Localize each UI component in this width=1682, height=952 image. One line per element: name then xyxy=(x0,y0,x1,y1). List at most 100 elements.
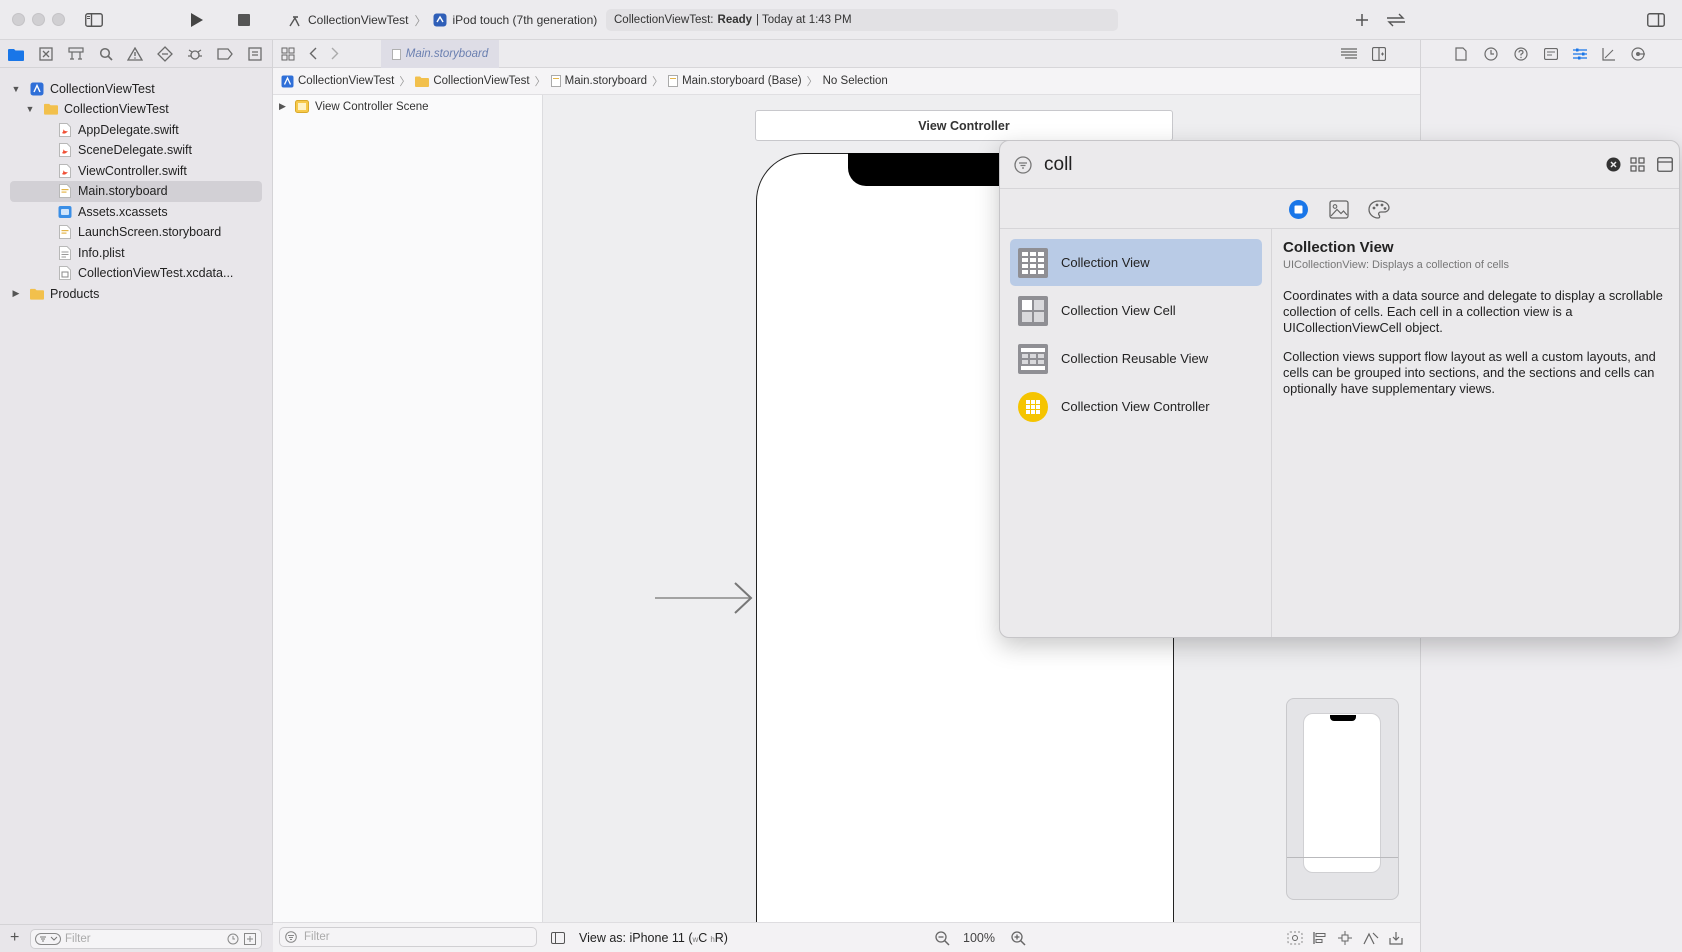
file-tree-row[interactable]: Info.plist xyxy=(10,242,262,263)
preview-phone xyxy=(1303,713,1381,873)
find-navigator-icon[interactable] xyxy=(98,46,114,62)
zoom-out-icon[interactable] xyxy=(935,931,950,946)
run-button[interactable] xyxy=(187,10,207,30)
file-tree-row[interactable]: ▼ CollectionViewTest xyxy=(10,99,262,120)
code-review-icon[interactable] xyxy=(1386,10,1406,30)
filter-options-icon[interactable] xyxy=(35,933,61,945)
editor-tab-bar: Main.storyboard xyxy=(273,40,1420,68)
add-file-icon[interactable]: + xyxy=(10,930,19,946)
library-item[interactable]: Collection View Controller xyxy=(1010,383,1262,430)
media-library-icon[interactable] xyxy=(1329,200,1349,219)
detail-description: Collection views support flow layout as … xyxy=(1283,349,1656,396)
resolve-auto-layout-icon[interactable] xyxy=(1363,931,1379,945)
navigator-filter-field[interactable]: Filter xyxy=(30,929,262,949)
file-tree-row[interactable]: Assets.xcassets xyxy=(10,201,262,222)
file-tree-row[interactable]: ▶ Products xyxy=(10,283,262,304)
scene-icon xyxy=(295,100,309,113)
split-editor-icon[interactable] xyxy=(1372,47,1386,61)
inspector-toggle-icon[interactable] xyxy=(1646,10,1666,30)
outline-toggle-icon[interactable] xyxy=(551,932,565,944)
stop-button[interactable] xyxy=(234,10,254,30)
file-tree-row[interactable]: AppDelegate.swift xyxy=(10,119,262,140)
breadcrumb-group[interactable]: CollectionViewTest xyxy=(415,75,530,87)
detail-view-icon[interactable] xyxy=(1657,157,1673,172)
library-search-input[interactable] xyxy=(1044,151,1584,179)
color-library-icon[interactable] xyxy=(1368,200,1390,219)
toolbar: CollectionViewTest 〉 iPod touch (7th gen… xyxy=(0,0,1682,40)
sidebar-toggle-icon[interactable] xyxy=(84,10,104,30)
swift-file-icon xyxy=(58,143,72,158)
recent-files-icon[interactable] xyxy=(227,933,239,945)
update-frames-icon[interactable] xyxy=(1287,931,1303,945)
file-tree-row[interactable]: SceneDelegate.swift xyxy=(10,140,262,161)
file-tree-row[interactable]: CollectionViewTest.xcdata... xyxy=(10,263,262,284)
zoom-window-button[interactable] xyxy=(52,13,65,26)
close-window-button[interactable] xyxy=(12,13,25,26)
storyboard-file-icon xyxy=(550,75,561,87)
filter-icon xyxy=(285,931,297,943)
library-item[interactable]: Collection View xyxy=(1010,239,1262,286)
scheme-separator-icon: 〉 xyxy=(414,13,427,28)
view-as-button[interactable]: View as: iPhone 11 (wC hR) xyxy=(579,931,728,945)
debug-navigator-icon[interactable] xyxy=(187,46,203,62)
test-navigator-icon[interactable] xyxy=(157,46,173,62)
library-item[interactable]: Collection Reusable View xyxy=(1010,335,1262,382)
disclosure-open-icon[interactable]: ▼ xyxy=(24,104,36,114)
library-results-list: Collection View Collection View Cell Colle… xyxy=(1000,229,1272,637)
source-control-filter-icon[interactable] xyxy=(244,933,256,945)
attributes-inspector-icon[interactable] xyxy=(1572,46,1588,62)
file-tree-row[interactable]: LaunchScreen.storyboard xyxy=(10,222,262,243)
grid-view-icon[interactable] xyxy=(1630,157,1645,172)
minimize-window-button[interactable] xyxy=(32,13,45,26)
device-label[interactable]: iPod touch (7th generation) xyxy=(453,13,598,27)
storyboard-file-icon xyxy=(668,75,679,87)
breadcrumb-file[interactable]: Main.storyboard xyxy=(550,75,647,87)
add-library-icon[interactable] xyxy=(1352,10,1372,30)
outline-item-view-controller-scene[interactable]: ▶ View Controller Scene xyxy=(279,100,429,113)
folder-icon[interactable] xyxy=(8,46,24,62)
breadcrumb-localization[interactable]: Main.storyboard (Base) xyxy=(668,75,802,87)
breadcrumb-project[interactable]: CollectionViewTest xyxy=(281,75,394,88)
file-tree-label: Main.storyboard xyxy=(78,184,168,198)
disclosure-open-icon[interactable]: ▼ xyxy=(10,84,22,94)
symbol-navigator-icon[interactable] xyxy=(68,46,84,62)
quick-help-icon[interactable] xyxy=(1513,46,1529,62)
device-preview-thumbnail[interactable] xyxy=(1286,698,1399,900)
disclosure-closed-icon[interactable]: ▶ xyxy=(10,288,22,299)
file-tree-row[interactable]: Main.storyboard xyxy=(10,180,262,202)
forward-icon[interactable] xyxy=(331,47,339,60)
back-icon[interactable] xyxy=(309,47,317,60)
report-navigator-icon[interactable] xyxy=(247,46,263,62)
zoom-in-icon[interactable] xyxy=(1011,931,1026,946)
editor-options-icon[interactable] xyxy=(1340,47,1358,61)
entry-point-arrow-icon[interactable] xyxy=(655,581,755,615)
identity-inspector-icon[interactable] xyxy=(1543,46,1559,62)
embed-in-icon[interactable] xyxy=(1389,931,1403,945)
scheme-selector[interactable]: CollectionViewTest 〉 iPod touch (7th gen… xyxy=(288,12,597,28)
breadcrumb-selection[interactable]: No Selection xyxy=(823,75,888,87)
tab-main-storyboard[interactable]: Main.storyboard xyxy=(381,40,499,68)
connections-inspector-icon[interactable] xyxy=(1630,46,1646,62)
library-item[interactable]: Collection View Cell xyxy=(1010,287,1262,334)
clear-search-icon[interactable] xyxy=(1606,157,1621,172)
breadcrumb-separator-icon: 〉 xyxy=(652,76,664,88)
scheme-project-label[interactable]: CollectionViewTest xyxy=(308,13,409,27)
file-tree-label: CollectionViewTest xyxy=(64,102,169,116)
file-tree-row[interactable]: ▼ CollectionViewTest xyxy=(10,78,262,99)
history-inspector-icon[interactable] xyxy=(1483,46,1499,62)
library-item-label: Collection View xyxy=(1061,255,1150,270)
outline-filter-field[interactable]: Filter xyxy=(279,927,537,947)
breakpoint-navigator-icon[interactable] xyxy=(217,46,233,62)
source-control-icon[interactable] xyxy=(38,46,54,62)
align-icon[interactable] xyxy=(1313,931,1327,945)
related-items-icon[interactable] xyxy=(281,47,295,61)
disclosure-closed-icon[interactable]: ▶ xyxy=(279,101,291,112)
size-inspector-icon[interactable] xyxy=(1601,46,1617,62)
zoom-level[interactable]: 100% xyxy=(963,931,995,945)
scene-title-bar[interactable]: View Controller xyxy=(755,110,1173,141)
file-tree-row[interactable]: ViewController.swift xyxy=(10,160,262,181)
issue-navigator-icon[interactable] xyxy=(127,46,143,62)
objects-library-icon[interactable] xyxy=(1289,200,1308,219)
add-constraints-icon[interactable] xyxy=(1338,931,1352,945)
file-inspector-icon[interactable] xyxy=(1453,46,1469,62)
